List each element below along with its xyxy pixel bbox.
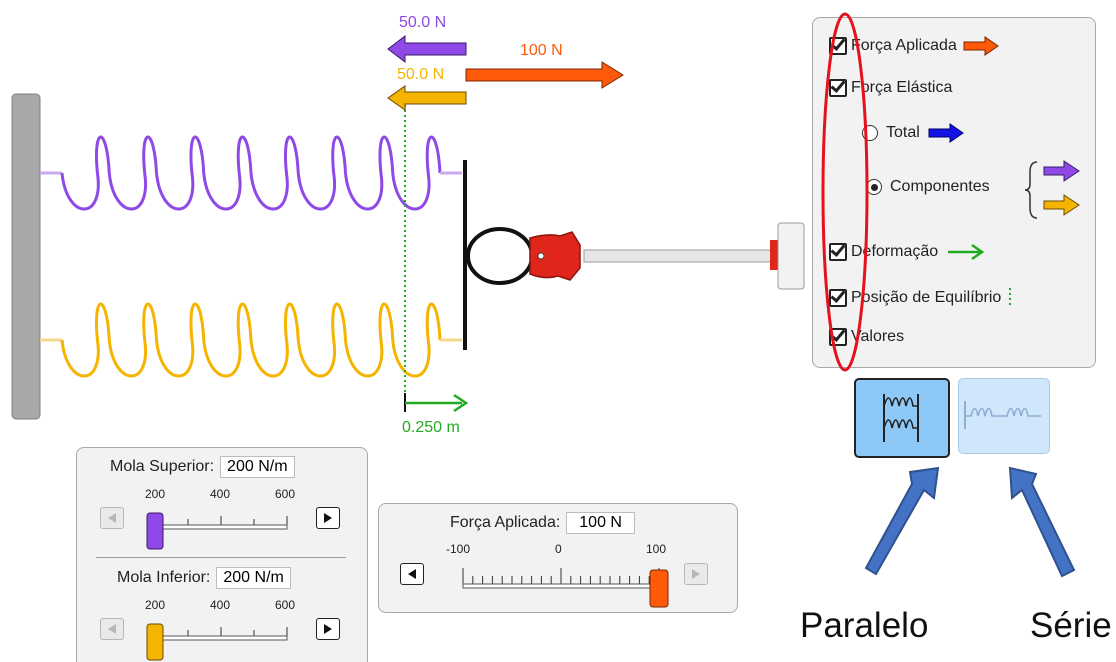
wall xyxy=(11,93,41,420)
bottom-spring-value: 200 N/m xyxy=(216,567,291,589)
arrow-right-icon xyxy=(692,569,700,579)
applied-force-slider[interactable] xyxy=(455,560,670,610)
applied-force-arrow xyxy=(465,61,624,89)
top-increment-button[interactable] xyxy=(316,507,340,529)
parallel-springs-icon xyxy=(883,394,919,442)
arrow-right-icon xyxy=(324,624,332,634)
bottom-increment-button[interactable] xyxy=(316,618,340,640)
force-increment-button[interactable] xyxy=(684,563,708,585)
bottom-spring-force-label: 50.0 N xyxy=(397,66,445,83)
arrow-right-icon xyxy=(928,123,964,143)
parallel-mode-button[interactable] xyxy=(854,378,950,458)
highlight-ellipse xyxy=(821,12,869,372)
annotation-arrows xyxy=(864,466,1076,578)
bottom-spring[interactable] xyxy=(40,302,462,378)
arrow-left-icon xyxy=(408,569,416,579)
panel-divider xyxy=(96,557,346,558)
arrow-right-icon xyxy=(324,513,332,523)
top-tick-600: 600 xyxy=(275,487,296,501)
applied-force-value: 100 N xyxy=(566,512,635,534)
robot-hand-icon[interactable] xyxy=(466,222,805,290)
arrow-right-icon xyxy=(963,36,999,56)
arrow-left-icon xyxy=(108,513,116,523)
force-tick-100: 100 xyxy=(646,542,667,556)
arrow-right-icon xyxy=(948,243,985,261)
top-spring-force-arrow xyxy=(387,34,467,64)
applied-force-control: Força Aplicada: 100 N xyxy=(450,512,635,534)
top-spring-value: 200 N/m xyxy=(220,456,295,478)
top-spring-force-label: 50.0 N xyxy=(399,14,447,31)
applied-force-label: 100 N xyxy=(520,42,563,59)
parallel-caption: Paralelo xyxy=(800,606,929,645)
total-radio[interactable]: Total xyxy=(862,123,964,143)
top-spring-slider[interactable] xyxy=(145,505,295,553)
bottom-tick-400: 400 xyxy=(210,598,231,612)
components-brace xyxy=(1024,160,1080,219)
arrow-left-icon xyxy=(108,624,116,634)
top-decrement-button[interactable] xyxy=(100,507,124,529)
top-spring-label: Mola Superior: xyxy=(110,458,215,475)
bottom-spring-force-arrow xyxy=(387,85,467,111)
force-tick-neg100: -100 xyxy=(446,542,471,556)
force-tick-0: 0 xyxy=(555,542,562,556)
bottom-spring-slider[interactable] xyxy=(145,616,295,661)
bottom-spring-control: Mola Inferior: 200 N/m xyxy=(117,567,291,589)
bottom-decrement-button[interactable] xyxy=(100,618,124,640)
applied-force-label: Força Aplicada: xyxy=(450,514,561,531)
top-spring[interactable] xyxy=(40,135,462,211)
series-springs-icon xyxy=(964,401,1041,429)
force-decrement-button[interactable] xyxy=(400,563,424,585)
displacement-label: 0.250 m xyxy=(402,419,460,436)
bottom-tick-600: 600 xyxy=(275,598,296,612)
series-caption: Série xyxy=(1030,606,1112,645)
displacement-arrow xyxy=(404,393,469,413)
top-spring-control: Mola Superior: 200 N/m xyxy=(110,456,295,478)
top-tick-400: 400 xyxy=(210,487,231,501)
top-tick-200: 200 xyxy=(145,487,166,501)
bottom-spring-label: Mola Inferior: xyxy=(117,569,211,586)
series-mode-button[interactable] xyxy=(958,378,1050,454)
components-radio[interactable]: Componentes xyxy=(866,178,990,196)
bottom-tick-200: 200 xyxy=(145,598,166,612)
equilibrium-option-label: Posição de Equilíbrio xyxy=(851,289,1002,306)
components-option-label: Componentes xyxy=(890,178,990,195)
total-option-label: Total xyxy=(886,124,920,141)
equilibrium-line-icon xyxy=(1009,288,1012,308)
